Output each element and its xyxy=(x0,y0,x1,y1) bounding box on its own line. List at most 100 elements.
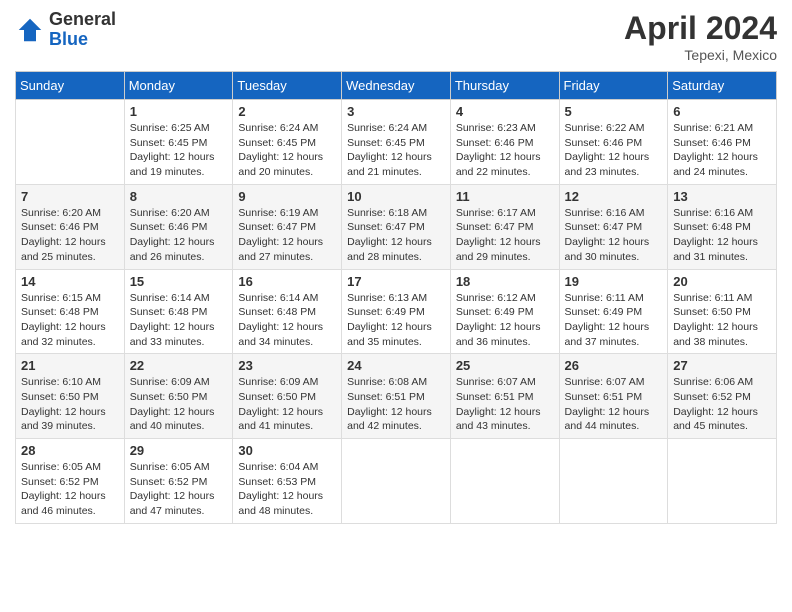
day-number: 3 xyxy=(347,104,445,119)
day-number: 30 xyxy=(238,443,336,458)
calendar-cell: 2 Sunrise: 6:24 AMSunset: 6:45 PMDaylight… xyxy=(233,100,342,185)
day-number: 15 xyxy=(130,274,228,289)
day-number: 4 xyxy=(456,104,554,119)
column-header-wednesday: Wednesday xyxy=(342,72,451,100)
day-info: Sunrise: 6:14 AMSunset: 6:48 PMDaylight:… xyxy=(130,291,228,350)
calendar-cell: 27 Sunrise: 6:06 AMSunset: 6:52 PMDayligh… xyxy=(668,354,777,439)
day-number: 17 xyxy=(347,274,445,289)
calendar-cell: 16 Sunrise: 6:14 AMSunset: 6:48 PMDayligh… xyxy=(233,269,342,354)
day-info: Sunrise: 6:10 AMSunset: 6:50 PMDaylight:… xyxy=(21,375,119,434)
day-number: 8 xyxy=(130,189,228,204)
day-number: 18 xyxy=(456,274,554,289)
calendar-cell: 18 Sunrise: 6:12 AMSunset: 6:49 PMDayligh… xyxy=(450,269,559,354)
day-info: Sunrise: 6:05 AMSunset: 6:52 PMDaylight:… xyxy=(21,460,119,519)
day-info: Sunrise: 6:11 AMSunset: 6:49 PMDaylight:… xyxy=(565,291,663,350)
logo: General Blue xyxy=(15,10,116,50)
calendar-cell: 17Sunrise: 6:13 AMSunset: 6:49 PMDayligh… xyxy=(342,269,451,354)
day-number: 14 xyxy=(21,274,119,289)
title-block: April 2024 Tepexi, Mexico xyxy=(624,10,777,63)
calendar-header-row: SundayMondayTuesdayWednesdayThursdayFrid… xyxy=(16,72,777,100)
day-number: 2 xyxy=(238,104,336,119)
day-info: Sunrise: 6:20 AMSunset: 6:46 PMDaylight:… xyxy=(130,206,228,265)
calendar-cell xyxy=(559,439,668,524)
day-info: Sunrise: 6:18 AMSunset: 6:47 PMDaylight:… xyxy=(347,206,445,265)
calendar-cell xyxy=(16,100,125,185)
column-header-friday: Friday xyxy=(559,72,668,100)
day-info: Sunrise: 6:12 AMSunset: 6:49 PMDaylight:… xyxy=(456,291,554,350)
page-header: General Blue April 2024 Tepexi, Mexico xyxy=(15,10,777,63)
day-info: Sunrise: 6:05 AMSunset: 6:52 PMDaylight:… xyxy=(130,460,228,519)
calendar-cell: 6 Sunrise: 6:21 AMSunset: 6:46 PMDaylight… xyxy=(668,100,777,185)
day-number: 13 xyxy=(673,189,771,204)
day-number: 7 xyxy=(21,189,119,204)
day-number: 29 xyxy=(130,443,228,458)
day-number: 11 xyxy=(456,189,554,204)
day-info: Sunrise: 6:22 AMSunset: 6:46 PMDaylight:… xyxy=(565,121,663,180)
day-info: Sunrise: 6:08 AMSunset: 6:51 PMDaylight:… xyxy=(347,375,445,434)
day-info: Sunrise: 6:19 AMSunset: 6:47 PMDaylight:… xyxy=(238,206,336,265)
column-header-sunday: Sunday xyxy=(16,72,125,100)
month-title: April 2024 xyxy=(624,10,777,47)
calendar-cell: 28Sunrise: 6:05 AMSunset: 6:52 PMDayligh… xyxy=(16,439,125,524)
day-info: Sunrise: 6:09 AMSunset: 6:50 PMDaylight:… xyxy=(130,375,228,434)
day-info: Sunrise: 6:24 AMSunset: 6:45 PMDaylight:… xyxy=(238,121,336,180)
calendar-cell: 20Sunrise: 6:11 AMSunset: 6:50 PMDayligh… xyxy=(668,269,777,354)
calendar-cell xyxy=(668,439,777,524)
column-header-thursday: Thursday xyxy=(450,72,559,100)
day-number: 22 xyxy=(130,358,228,373)
day-info: Sunrise: 6:23 AMSunset: 6:46 PMDaylight:… xyxy=(456,121,554,180)
calendar-cell: 10Sunrise: 6:18 AMSunset: 6:47 PMDayligh… xyxy=(342,184,451,269)
calendar-cell: 5 Sunrise: 6:22 AMSunset: 6:46 PMDaylight… xyxy=(559,100,668,185)
week-row-4: 21 Sunrise: 6:10 AMSunset: 6:50 PMDayligh… xyxy=(16,354,777,439)
column-header-saturday: Saturday xyxy=(668,72,777,100)
day-number: 5 xyxy=(565,104,663,119)
calendar-cell: 3 Sunrise: 6:24 AMSunset: 6:45 PMDaylight… xyxy=(342,100,451,185)
day-number: 19 xyxy=(565,274,663,289)
week-row-5: 28Sunrise: 6:05 AMSunset: 6:52 PMDayligh… xyxy=(16,439,777,524)
day-info: Sunrise: 6:09 AMSunset: 6:50 PMDaylight:… xyxy=(238,375,336,434)
calendar-cell: 22 Sunrise: 6:09 AMSunset: 6:50 PMDayligh… xyxy=(124,354,233,439)
day-number: 26 xyxy=(565,358,663,373)
day-number: 21 xyxy=(21,358,119,373)
day-info: Sunrise: 6:07 AMSunset: 6:51 PMDaylight:… xyxy=(565,375,663,434)
calendar-cell: 8 Sunrise: 6:20 AMSunset: 6:46 PMDaylight… xyxy=(124,184,233,269)
week-row-1: 1 Sunrise: 6:25 AMSunset: 6:45 PMDaylight… xyxy=(16,100,777,185)
day-info: Sunrise: 6:14 AMSunset: 6:48 PMDaylight:… xyxy=(238,291,336,350)
day-info: Sunrise: 6:06 AMSunset: 6:52 PMDaylight:… xyxy=(673,375,771,434)
calendar-cell: 12 Sunrise: 6:16 AMSunset: 6:47 PMDayligh… xyxy=(559,184,668,269)
logo-text: General Blue xyxy=(49,10,116,50)
day-number: 16 xyxy=(238,274,336,289)
day-info: Sunrise: 6:20 AMSunset: 6:46 PMDaylight:… xyxy=(21,206,119,265)
calendar-table: SundayMondayTuesdayWednesdayThursdayFrid… xyxy=(15,71,777,524)
day-info: Sunrise: 6:04 AMSunset: 6:53 PMDaylight:… xyxy=(238,460,336,519)
day-info: Sunrise: 6:24 AMSunset: 6:45 PMDaylight:… xyxy=(347,121,445,180)
logo-icon xyxy=(15,15,45,45)
calendar-cell: 25Sunrise: 6:07 AMSunset: 6:51 PMDayligh… xyxy=(450,354,559,439)
calendar-cell: 7 Sunrise: 6:20 AMSunset: 6:46 PMDaylight… xyxy=(16,184,125,269)
calendar-cell: 4 Sunrise: 6:23 AMSunset: 6:46 PMDaylight… xyxy=(450,100,559,185)
day-info: Sunrise: 6:21 AMSunset: 6:46 PMDaylight:… xyxy=(673,121,771,180)
day-number: 24 xyxy=(347,358,445,373)
calendar-cell: 30 Sunrise: 6:04 AMSunset: 6:53 PMDayligh… xyxy=(233,439,342,524)
day-number: 20 xyxy=(673,274,771,289)
column-header-monday: Monday xyxy=(124,72,233,100)
calendar-cell xyxy=(450,439,559,524)
calendar-cell: 29 Sunrise: 6:05 AMSunset: 6:52 PMDayligh… xyxy=(124,439,233,524)
day-number: 25 xyxy=(456,358,554,373)
calendar-cell: 13 Sunrise: 6:16 AMSunset: 6:48 PMDayligh… xyxy=(668,184,777,269)
day-info: Sunrise: 6:25 AMSunset: 6:45 PMDaylight:… xyxy=(130,121,228,180)
day-info: Sunrise: 6:16 AMSunset: 6:48 PMDaylight:… xyxy=(673,206,771,265)
calendar-cell xyxy=(342,439,451,524)
logo-blue: Blue xyxy=(49,29,88,49)
day-number: 12 xyxy=(565,189,663,204)
calendar-cell: 19 Sunrise: 6:11 AMSunset: 6:49 PMDayligh… xyxy=(559,269,668,354)
day-info: Sunrise: 6:15 AMSunset: 6:48 PMDaylight:… xyxy=(21,291,119,350)
calendar-cell: 21 Sunrise: 6:10 AMSunset: 6:50 PMDayligh… xyxy=(16,354,125,439)
column-header-tuesday: Tuesday xyxy=(233,72,342,100)
day-number: 1 xyxy=(130,104,228,119)
location: Tepexi, Mexico xyxy=(624,47,777,63)
day-info: Sunrise: 6:16 AMSunset: 6:47 PMDaylight:… xyxy=(565,206,663,265)
day-number: 27 xyxy=(673,358,771,373)
day-number: 6 xyxy=(673,104,771,119)
week-row-3: 14 Sunrise: 6:15 AMSunset: 6:48 PMDayligh… xyxy=(16,269,777,354)
